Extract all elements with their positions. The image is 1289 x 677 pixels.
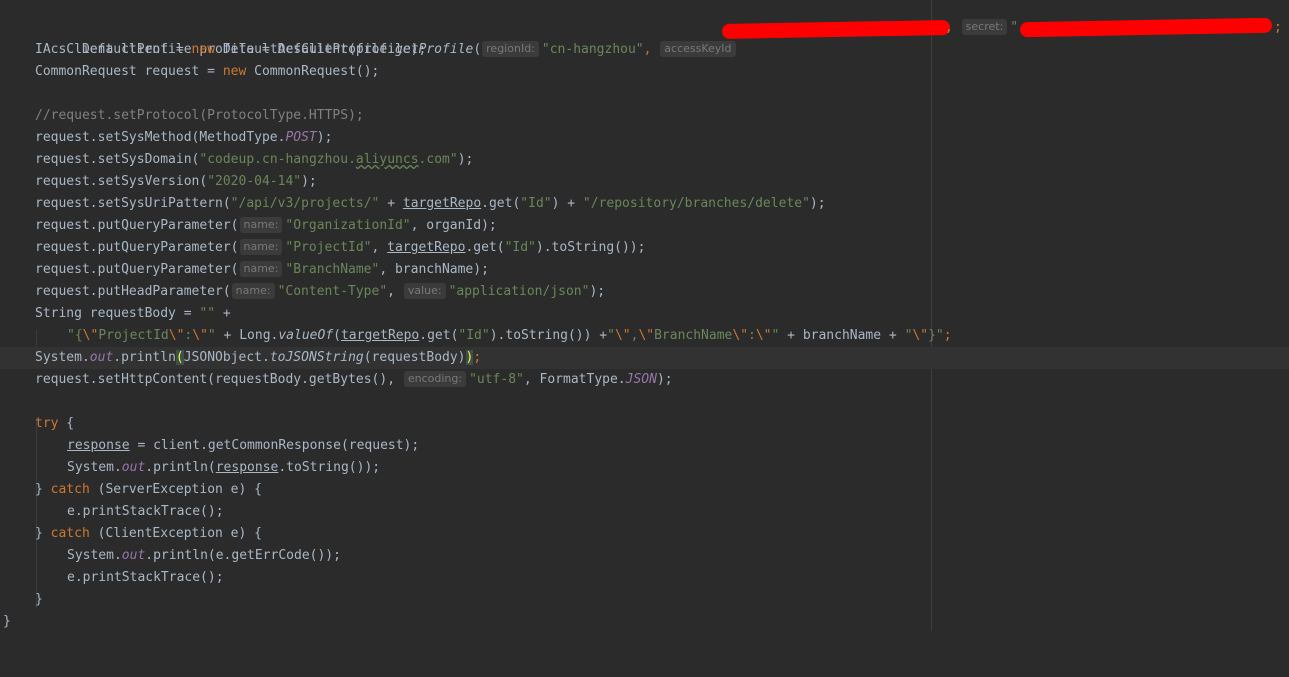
code-line-25: System.out.println(e.getErrCode()); xyxy=(67,548,341,563)
code-line-9: request.setSysUriPattern("/api/v3/projec… xyxy=(35,196,826,211)
inlay-hint-name: name: xyxy=(231,283,275,299)
inlay-hint-secret: secret: xyxy=(961,19,1008,35)
code-line-26: e.printStackTrace(); xyxy=(67,570,224,585)
code-line-12: request.putQueryParameter(name: "BranchNa… xyxy=(35,261,489,277)
code-line-10: request.putQueryParameter(name: "Organiza… xyxy=(35,217,497,233)
code-line-5: //request.setProtocol(ProtocolType.HTTPS… xyxy=(35,108,364,123)
code-line-3: CommonRequest request = new CommonReques… xyxy=(35,64,380,79)
code-line-6: request.setSysMethod(MethodType.POST); xyxy=(35,130,333,145)
code-line-19: try { xyxy=(35,416,75,431)
code-editor[interactable]: DefaultProfile profile = DefaultProfile.… xyxy=(0,0,1289,631)
code-line-14: String requestBody = "" + xyxy=(35,306,231,321)
code-line-21: System.out.println(response.toString()); xyxy=(67,460,381,475)
matched-brace: ( xyxy=(175,350,184,365)
code-line-13: request.putHeadParameter(name: "Content-T… xyxy=(35,283,606,299)
code-line-17: request.setHttpContent(requestBody.getBy… xyxy=(35,371,673,387)
code-line-22: } catch (ServerException e) { xyxy=(35,482,262,497)
code-line-23: e.printStackTrace(); xyxy=(67,504,224,519)
code-line-27: } xyxy=(35,592,43,607)
code-line-15: "{\"ProjectId\":\"" + Long.valueOf(targe… xyxy=(67,328,952,343)
code-line-20: response = client.getCommonResponse(requ… xyxy=(67,438,420,453)
inlay-hint-name: name: xyxy=(239,261,283,277)
code-line-8: request.setSysVersion("2020-04-14"); xyxy=(35,174,317,189)
code-line-16-current: System.out.println(JSONObject.toJSONStri… xyxy=(0,347,1289,369)
inlay-hint-name: name: xyxy=(239,239,283,255)
inlay-hint-value: value: xyxy=(403,283,446,299)
code-line-28: } xyxy=(3,614,11,629)
code-line-2: IAcsClient client = new DefaultAcsClient… xyxy=(35,42,427,57)
code-line-24: } catch (ClientException e) { xyxy=(35,526,262,541)
inlay-hint-encoding: encoding: xyxy=(403,371,467,387)
code-line-11: request.putQueryParameter(name: "ProjectI… xyxy=(35,239,646,255)
code-line-7: request.setSysDomain("codeup.cn-hangzhou… xyxy=(35,152,474,167)
inlay-hint-name: name: xyxy=(239,217,283,233)
